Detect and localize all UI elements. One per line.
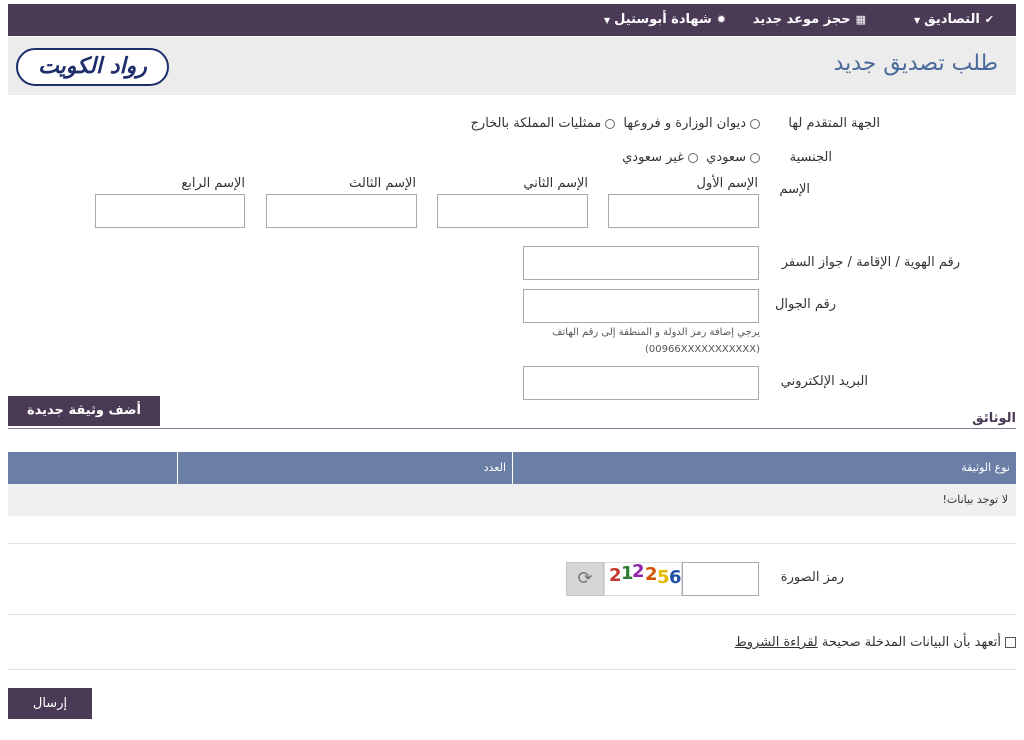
email-input[interactable] (523, 366, 759, 400)
column-count[interactable]: العدد (177, 452, 512, 484)
terms-checkbox[interactable] (1005, 637, 1016, 648)
divider (8, 614, 1016, 615)
third-name-input[interactable] (266, 194, 417, 228)
captcha-image: 2 1 2 2 5 6 (604, 562, 682, 596)
applicant-entity-options: ديوان الوزارة و فروعها ممثليات المملكة ب… (471, 116, 760, 131)
nav-apostille[interactable]: ✹ شهادة أبوستيل▼ (604, 4, 726, 36)
nav-new-appointment-label: حجز موعد جديد (752, 12, 851, 27)
top-nav: ✔التصاديق▼ ▦حجز موعد جديد ✹شهادة أبوستيل… (8, 4, 1016, 36)
radio-non-saudi[interactable] (688, 152, 698, 163)
nav-apostille-label: شهادة أبوستيل (614, 12, 712, 27)
radio-ministry[interactable] (750, 118, 760, 129)
logo: رواد الكويت (16, 48, 169, 86)
third-name-label: الإسم الثالث (349, 176, 416, 191)
first-name-label: الإسم الأول (696, 176, 758, 191)
mobile-label: رقم الجوال (774, 297, 836, 312)
captcha-digit: 2 (645, 564, 658, 585)
documents-section-title: الوثائق (972, 411, 1016, 426)
nationality-label: الجنسية (789, 150, 832, 165)
captcha-digit: 6 (669, 567, 682, 588)
column-document-type[interactable]: نوع الوثيقة (512, 452, 1016, 484)
divider (8, 543, 1016, 544)
section-divider (8, 428, 1016, 429)
documents-table-header: نوع الوثيقة العدد (8, 452, 1016, 484)
page-header: طلب تصديق جديد رواد الكويت (8, 37, 1016, 95)
name-label: الإسم (779, 182, 810, 197)
mobile-hint-format: (00966XXXXXXXXXXX) (645, 344, 760, 355)
refresh-icon[interactable]: ⟳ (566, 562, 604, 596)
option-missions-abroad-label: ممثليات المملكة بالخارج (470, 116, 602, 131)
captcha-label: رمز الصورة (780, 570, 844, 585)
second-name-label: الإسم الثاني (523, 176, 588, 191)
column-separator (512, 452, 513, 484)
check-circle-icon: ✔ (984, 13, 994, 26)
captcha-digit: 2 (632, 562, 645, 582)
mobile-hint: يرجي إضافة رمز الدولة و المنطقة إلى رقم … (552, 327, 760, 338)
option-non-saudi-label: غير سعودي (622, 150, 684, 165)
fourth-name-input[interactable] (95, 194, 245, 228)
applicant-entity-label: الجهة المتقدم لها (788, 116, 880, 131)
terms-pledge-text: أتعهد بأن البيانات المدخلة صحيحة (821, 635, 1001, 650)
fourth-name-label: الإسم الرابع (181, 176, 245, 191)
divider (8, 669, 1016, 670)
captcha-digit: 2 (609, 565, 622, 586)
captcha-digit: 5 (657, 567, 670, 588)
radio-saudi[interactable] (750, 152, 760, 163)
id-number-label: رقم الهوية / الإقامة / جواز السفر (781, 255, 960, 270)
calendar-icon: ▦ (855, 13, 866, 26)
option-ministry-label: ديوان الوزارة و فروعها (623, 116, 746, 131)
option-saudi-label: سعودي (706, 150, 746, 165)
second-name-input[interactable] (437, 194, 588, 228)
column-separator (177, 452, 178, 484)
caret-down-icon: ▼ (604, 16, 611, 25)
nav-attestations-label: التصاديق (924, 12, 980, 27)
table-empty-message: لا توجد بيانات! (8, 484, 1016, 516)
nationality-options: سعودي غير سعودي (622, 150, 760, 165)
certificate-icon: ✹ (716, 13, 726, 26)
nav-attestations[interactable]: ✔ التصاديق▼ (914, 4, 994, 36)
radio-missions-abroad[interactable] (605, 118, 616, 129)
first-name-input[interactable] (608, 194, 759, 228)
mobile-input[interactable] (523, 289, 759, 323)
terms-link[interactable]: لقراءة الشروط (735, 635, 818, 650)
caret-down-icon: ▼ (914, 16, 921, 25)
id-number-input[interactable] (523, 246, 759, 280)
submit-button[interactable]: إرسال (8, 688, 92, 719)
add-document-button[interactable]: أضف وثيقة جديدة (8, 396, 160, 426)
email-label: البريد الإلكتروني (780, 374, 868, 389)
captcha-input[interactable] (682, 562, 759, 596)
nav-new-appointment[interactable]: ▦ حجز موعد جديد (753, 4, 866, 36)
terms-row: أتعهد بأن البيانات المدخلة صحيحة لقراءة … (735, 635, 1016, 650)
page-title: طلب تصديق جديد (833, 51, 998, 76)
